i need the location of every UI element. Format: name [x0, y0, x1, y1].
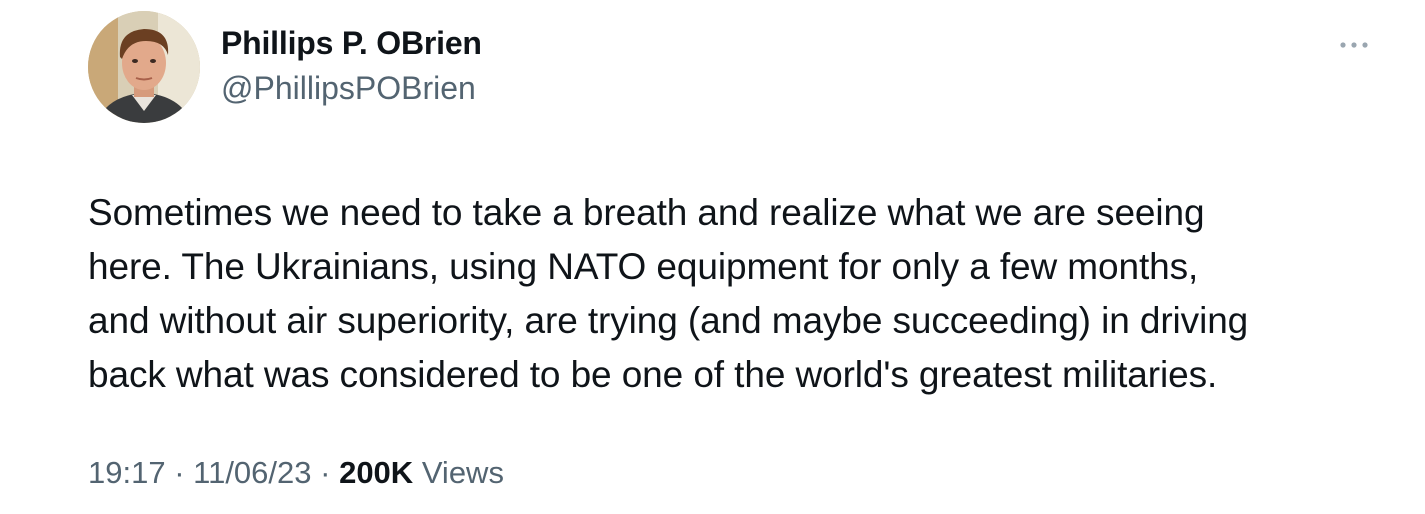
views-count[interactable]: 200K	[339, 455, 413, 490]
more-options-button[interactable]	[1334, 30, 1374, 60]
meta-separator: ·	[165, 455, 194, 490]
tweet-time[interactable]: 19:17	[88, 455, 166, 490]
meta-separator: ·	[311, 455, 340, 490]
tweet-meta: 19:17 · 11/06/23 · 200K Views	[88, 455, 504, 491]
author-handle[interactable]: @PhillipsPOBrien	[221, 70, 476, 107]
profile-photo-icon	[88, 11, 200, 123]
tweet-text-line: back what was considered to be one of th…	[88, 354, 1218, 395]
tweet-date[interactable]: 11/06/23	[193, 455, 311, 490]
tweet-text-line: Sometimes we need to take a breath and r…	[88, 192, 1205, 233]
author-display-name[interactable]: Phillips P. OBrien	[221, 25, 482, 62]
tweet-card: Phillips P. OBrien @PhillipsPOBrien Some…	[0, 0, 1425, 514]
tweet-text: Sometimes we need to take a breath and r…	[88, 186, 1388, 402]
more-horizontal-icon	[1340, 42, 1368, 48]
tweet-text-line: here. The Ukrainians, using NATO equipme…	[88, 246, 1199, 287]
views-label: Views	[421, 455, 504, 490]
tweet-text-line: and without air superiority, are trying …	[88, 300, 1249, 341]
avatar[interactable]	[88, 11, 200, 123]
